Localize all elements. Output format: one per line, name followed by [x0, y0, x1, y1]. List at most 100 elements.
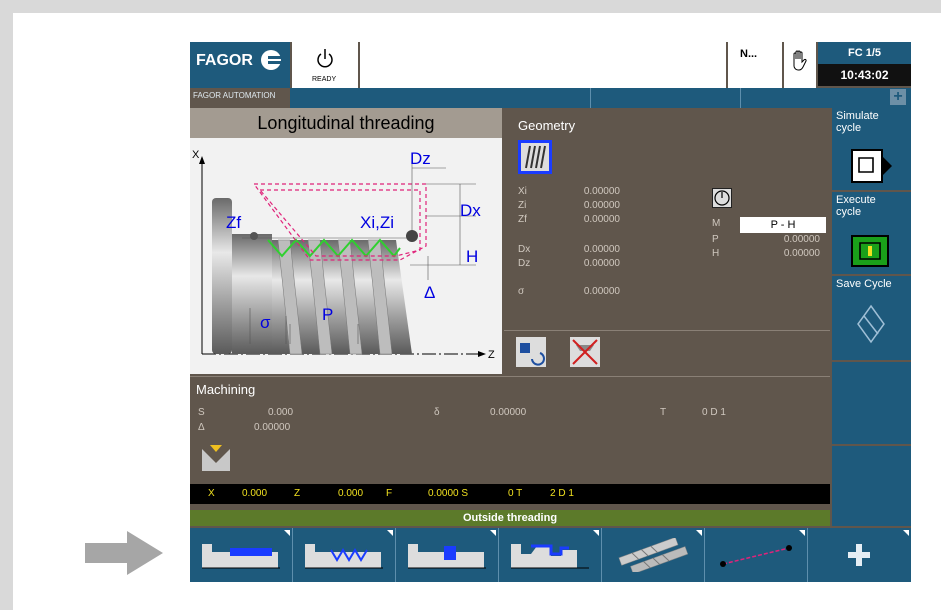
cnc-screen: FAGOR READY N... FC 1/5 10:43:02 FAGOR A… [190, 42, 911, 582]
key-xi: Xi [518, 186, 527, 197]
threading-cycle-button[interactable] [293, 528, 396, 582]
key-s: S [198, 407, 205, 418]
softkey-corner-icon [593, 530, 599, 536]
softkey-corner-icon [696, 530, 702, 536]
header-separator [590, 88, 591, 108]
value-small-delta[interactable]: 0.00000 [490, 407, 526, 418]
threading-cycle-icon [305, 544, 383, 569]
profile-cycle-button[interactable] [499, 528, 602, 582]
execute-icon [851, 235, 889, 267]
value-xi[interactable]: 0.00000 [560, 186, 620, 197]
execute-cycle-button[interactable]: Execute cycle [832, 192, 911, 274]
key-h: H [712, 248, 720, 259]
key-small-delta: δ [434, 407, 440, 418]
softkey-corner-icon [799, 530, 805, 536]
value-p[interactable]: 0.00000 [760, 234, 820, 245]
fagor-logo: FAGOR [190, 42, 290, 88]
simulate-cycle-button[interactable]: Simulate cycle [832, 108, 911, 190]
execute-cycle-label: Execute cycle [836, 194, 876, 218]
stopwatch-icon [714, 190, 730, 206]
manual-mode-indicator [784, 42, 816, 88]
brand-subtitle: FAGOR AUTOMATION [193, 91, 276, 100]
clock-mode-button[interactable] [712, 188, 732, 208]
status-x-value: 0.000 [242, 488, 268, 499]
key-p: P [712, 234, 719, 245]
tool-orientation-button[interactable] [200, 443, 232, 473]
spindle-direction-button[interactable] [516, 337, 546, 367]
value-zi[interactable]: 0.00000 [560, 200, 620, 211]
profile-points-icon [720, 545, 792, 567]
status-f-label: F [386, 488, 393, 499]
ready-label: READY [312, 76, 337, 83]
page-frame-left [0, 0, 13, 610]
key-t: T [660, 407, 667, 418]
drilling-tools-icon [618, 538, 689, 572]
save-cycle-button[interactable]: Save Cycle [832, 276, 911, 360]
turning-cycle-button[interactable] [190, 528, 293, 582]
value-dz[interactable]: 0.00000 [560, 258, 620, 269]
status-z-label: Z [294, 488, 301, 499]
key-m: M [712, 218, 721, 229]
power-icon [317, 49, 333, 68]
thread-type-button[interactable] [518, 140, 552, 174]
value-dx[interactable]: 0.00000 [560, 244, 620, 255]
label-dz: Dz [410, 149, 431, 168]
label-sigma: σ [260, 313, 271, 332]
save-cycle-icon [857, 304, 885, 344]
position-status-bar: X 0.000 Z 0.000 F 0.0000 S 0 T 2 D 1 [190, 484, 830, 504]
key-zf: Zf [518, 214, 527, 225]
m-mode-select[interactable]: P - H [740, 217, 826, 233]
clock-display: 10:43:02 [818, 64, 911, 86]
axis-z-label: Z [488, 349, 495, 361]
value-zf[interactable]: 0.00000 [560, 214, 620, 225]
status-x-label: X [208, 488, 215, 499]
value-h[interactable]: 0.00000 [760, 248, 820, 259]
grooving-cycle-button[interactable] [396, 528, 499, 582]
status-t-value: 0 T [508, 488, 523, 499]
key-zi: Zi [518, 200, 527, 211]
threading-diagram: Dz Dx Zf Xi,Zi H Δ σ P X Z [190, 138, 502, 374]
message-area [360, 42, 726, 88]
mode-bar: Outside threading [190, 510, 830, 526]
profile-cycle-icon [511, 544, 589, 569]
spindle-rotation-icon [520, 343, 545, 366]
value-delta[interactable]: 0.00000 [254, 422, 290, 433]
machining-panel: Machining S 0.000 Δ 0.00000 δ 0.00000 T … [190, 376, 830, 483]
label-h: H [466, 247, 478, 266]
label-delta: Δ [424, 283, 435, 302]
more-cycles-button[interactable] [808, 528, 911, 582]
softkey-corner-icon [903, 530, 909, 536]
page-frame-top [0, 0, 941, 13]
coolant-toggle-button[interactable] [570, 337, 600, 367]
cycle-options-row [504, 330, 830, 375]
machining-title: Machining [196, 382, 256, 397]
key-delta: Δ [198, 422, 205, 433]
brand-name: FAGOR [196, 52, 253, 69]
empty-softkey-4[interactable] [832, 362, 911, 444]
value-tool[interactable]: 0 D 1 [702, 407, 726, 418]
thread-type-icon [521, 143, 549, 171]
expand-plus-icon[interactable]: + [890, 89, 906, 105]
softkey-corner-icon [284, 530, 290, 536]
label-p: P [322, 305, 333, 324]
status-z-value: 0.000 [338, 488, 364, 499]
threading-diagram-graphic: Dz Dx Zf Xi,Zi H Δ σ P X Z [192, 149, 495, 361]
value-sigma[interactable]: 0.00000 [560, 286, 620, 297]
turning-cycle-icon [202, 544, 280, 569]
fc-indicator: FC 1/5 [818, 42, 911, 64]
profile-points-button[interactable] [705, 528, 808, 582]
drilling-tools-button[interactable] [602, 528, 705, 582]
grooving-cycle-icon [408, 544, 486, 569]
fagor-mark-icon [261, 50, 284, 70]
softkey-corner-icon [490, 530, 496, 536]
label-xizi: Xi,Zi [360, 213, 394, 232]
key-sigma: σ [518, 286, 525, 297]
axis-x-label: X [192, 149, 200, 161]
coolant-off-icon [572, 339, 598, 365]
status-d-value: 2 D 1 [550, 488, 574, 499]
value-s[interactable]: 0.000 [268, 407, 293, 418]
empty-softkey-5[interactable] [832, 446, 911, 526]
hand-icon [793, 50, 807, 71]
geometry-title: Geometry [518, 118, 576, 133]
simulate-cycle-label: Simulate cycle [836, 110, 879, 134]
